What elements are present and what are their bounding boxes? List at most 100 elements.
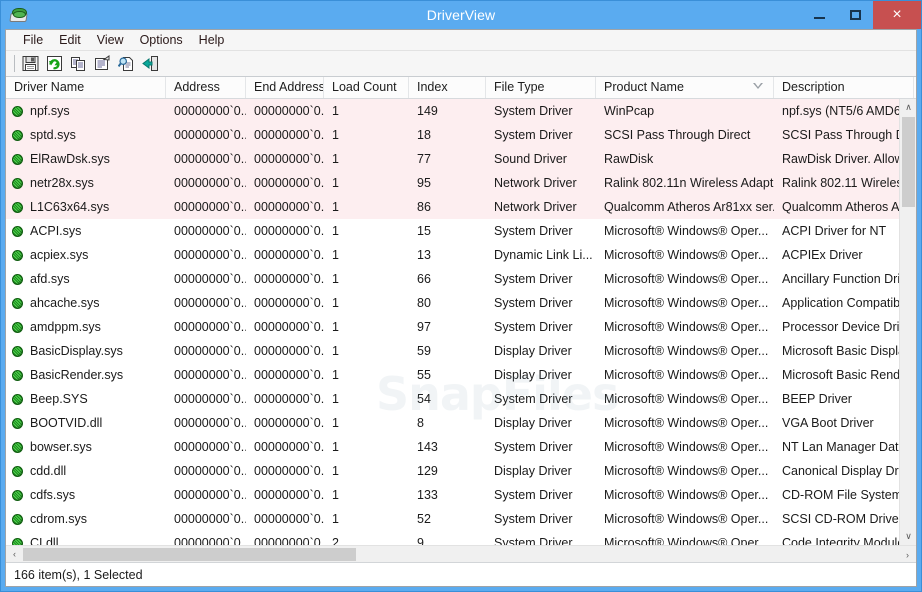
cell-file_type: System Driver — [494, 440, 573, 454]
column-header-index[interactable]: Index — [409, 77, 486, 98]
table-row[interactable]: afd.sys 00000000`0... 00000000`0... 1 66 Syst… — [6, 267, 916, 291]
cell-text: bowser.sys — [30, 440, 92, 454]
table-row[interactable]: BasicDisplay.sys 00000000`0... 00000000`0.… — [6, 339, 916, 363]
horizontal-scroll-thumb[interactable] — [23, 548, 356, 561]
driver-status-icon — [12, 201, 23, 213]
cell-address: 00000000`0... — [174, 104, 246, 118]
column-header-description[interactable]: Description — [774, 77, 914, 98]
cell-product_name: Microsoft® Windows® Oper... — [604, 440, 769, 454]
cell-index: 149 — [417, 104, 438, 118]
maximize-button[interactable] — [837, 1, 873, 29]
vertical-scrollbar[interactable]: ∧ ∨ — [899, 99, 916, 545]
cell-description: Ralink 802.11 Wireless A — [782, 176, 914, 190]
column-header-driver-name[interactable]: Driver Name — [6, 77, 166, 98]
cell-driver_name: ACPI.sys — [6, 219, 166, 243]
table-row[interactable]: ElRawDsk.sys 00000000`0... 00000000`0... 1 7… — [6, 147, 916, 171]
cell-end_address: 00000000`0... — [254, 248, 324, 262]
table-row[interactable]: cdfs.sys 00000000`0... 00000000`0... 1 133 Sy… — [6, 483, 916, 507]
cell-description: BEEP Driver — [782, 392, 852, 406]
cell-address: 00000000`0... — [174, 200, 246, 214]
cell-driver_name: cdd.dll — [6, 459, 166, 483]
column-header-product-name[interactable]: Product Name — [596, 77, 774, 98]
horizontal-scrollbar[interactable]: ‹ › — [6, 545, 916, 562]
cell-address: 00000000`0... — [174, 416, 246, 430]
menu-bar: File Edit View Options Help — [6, 30, 916, 51]
table-row[interactable]: npf.sys 00000000`0... 00000000`0... 1 149 Sys… — [6, 99, 916, 123]
column-header-file-type[interactable]: File Type — [486, 77, 596, 98]
table-row[interactable]: cdd.dll 00000000`0... 00000000`0... 1 129 Dis… — [6, 459, 916, 483]
menu-item-view[interactable]: View — [89, 32, 132, 49]
driver-status-icon — [12, 105, 23, 117]
cell-address: 00000000`0... — [174, 368, 246, 382]
cell-index: 66 — [417, 272, 431, 286]
cell-file_type: Dynamic Link Li... — [494, 248, 593, 262]
cell-text: BasicRender.sys — [30, 368, 124, 382]
status-text: 166 item(s), 1 Selected — [14, 567, 143, 582]
cell-load_count: 1 — [332, 128, 339, 142]
table-row[interactable]: ACPI.sys 00000000`0... 00000000`0... 1 15 Sys… — [6, 219, 916, 243]
table-row[interactable]: Beep.SYS 00000000`0... 00000000`0... 1 54 Sys… — [6, 387, 916, 411]
vertical-scroll-thumb[interactable] — [902, 117, 915, 207]
driver-status-icon — [12, 129, 23, 141]
table-row[interactable]: sptd.sys 00000000`0... 00000000`0... 1 18 Sys… — [6, 123, 916, 147]
scroll-left-button[interactable]: ‹ — [6, 546, 23, 563]
table-row[interactable]: CI.dll 00000000`0... 00000000`0... 2 9 System… — [6, 531, 916, 545]
menu-item-options[interactable]: Options — [132, 32, 191, 49]
cell-file_type: System Driver — [494, 512, 573, 526]
table-row[interactable]: BasicRender.sys 00000000`0... 00000000`0..… — [6, 363, 916, 387]
table-row[interactable]: amdppm.sys 00000000`0... 00000000`0... 1 97 S… — [6, 315, 916, 339]
menu-item-help[interactable]: Help — [191, 32, 233, 49]
cell-text: ElRawDsk.sys — [30, 152, 110, 166]
save-icon[interactable] — [19, 53, 42, 74]
exit-icon[interactable] — [139, 53, 162, 74]
cell-file_type: Network Driver — [494, 176, 577, 190]
driver-status-icon — [12, 177, 23, 189]
table-row[interactable]: bowser.sys 00000000`0... 00000000`0... 1 143… — [6, 435, 916, 459]
column-header-load-count[interactable]: Load Count — [324, 77, 409, 98]
table-row[interactable]: BOOTVID.dll 00000000`0... 00000000`0... 1 8 D… — [6, 411, 916, 435]
cell-index: 143 — [417, 440, 438, 454]
scroll-down-button[interactable]: ∨ — [900, 528, 916, 545]
column-header-address[interactable]: Address — [166, 77, 246, 98]
cell-driver_name: cdrom.sys — [6, 507, 166, 531]
list-rows-viewport[interactable]: SnapFiles npf.sys 00000000`0... 00000000`0… — [6, 99, 916, 545]
scroll-up-button[interactable]: ∧ — [900, 99, 916, 116]
table-row[interactable]: cdrom.sys 00000000`0... 00000000`0... 1 52 Sy… — [6, 507, 916, 531]
cell-driver_name: BasicRender.sys — [6, 363, 166, 387]
cell-product_name: Microsoft® Windows® Oper... — [604, 464, 769, 478]
cell-description: ACPI Driver for NT — [782, 224, 887, 238]
cell-text: amdppm.sys — [30, 320, 101, 334]
driver-status-icon — [12, 441, 23, 453]
driver-status-icon — [12, 369, 23, 381]
status-bar: 166 item(s), 1 Selected — [6, 562, 916, 586]
html-report-icon[interactable] — [115, 53, 138, 74]
cell-load_count: 1 — [332, 368, 339, 382]
cell-product_name: Microsoft® Windows® Oper... — [604, 344, 769, 358]
minimize-button[interactable] — [801, 1, 837, 29]
properties-icon[interactable] — [91, 53, 114, 74]
cell-end_address: 00000000`0... — [254, 536, 324, 545]
close-button[interactable]: × — [873, 1, 921, 29]
cell-address: 00000000`0... — [174, 248, 246, 262]
cell-end_address: 00000000`0... — [254, 296, 324, 310]
scroll-right-button[interactable]: › — [899, 546, 916, 562]
cell-index: 77 — [417, 152, 431, 166]
table-row[interactable]: ahcache.sys 00000000`0... 00000000`0... 1 80… — [6, 291, 916, 315]
cell-end_address: 00000000`0... — [254, 392, 324, 406]
table-row[interactable]: L1C63x64.sys 00000000`0... 00000000`0... 1 8… — [6, 195, 916, 219]
cell-product_name: Microsoft® Windows® Oper... — [604, 416, 769, 430]
refresh-icon[interactable] — [43, 53, 66, 74]
menu-item-file[interactable]: File — [15, 32, 51, 49]
copy-icon[interactable] — [67, 53, 90, 74]
toolbar-separator — [14, 55, 15, 72]
cell-end_address: 00000000`0... — [254, 440, 324, 454]
cell-load_count: 1 — [332, 296, 339, 310]
cell-address: 00000000`0... — [174, 464, 246, 478]
cell-end_address: 00000000`0... — [254, 152, 324, 166]
cell-file_type: System Driver — [494, 488, 573, 502]
table-row[interactable]: netr28x.sys 00000000`0... 00000000`0... 1 95… — [6, 171, 916, 195]
menu-item-edit[interactable]: Edit — [51, 32, 89, 49]
table-row[interactable]: acpiex.sys 00000000`0... 00000000`0... 1 13 D… — [6, 243, 916, 267]
column-header-end-address[interactable]: End Address — [246, 77, 324, 98]
title-bar[interactable]: DriverView × — [1, 1, 921, 29]
